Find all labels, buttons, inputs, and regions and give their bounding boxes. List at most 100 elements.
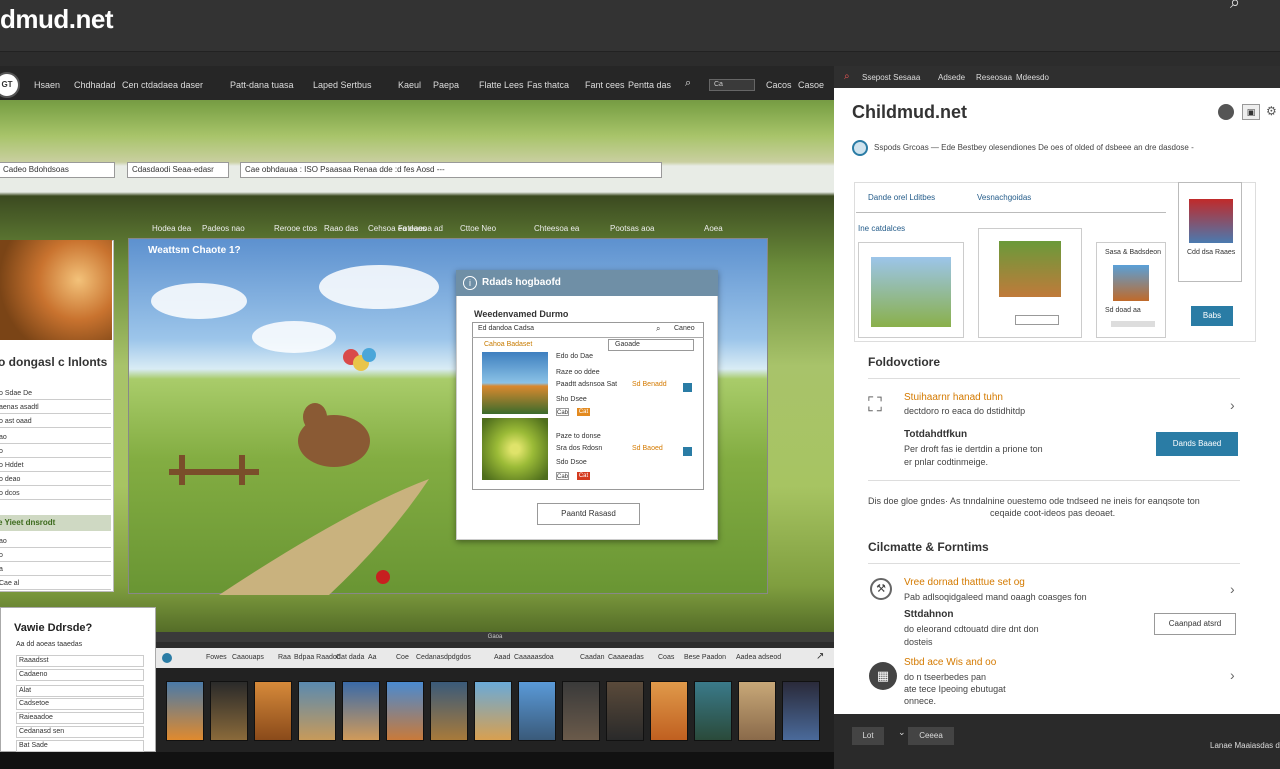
breadcrumb[interactable]: Sspods Grcoas — Ede Bestbey olesendiones… bbox=[874, 143, 1194, 152]
category-title[interactable]: Stbd ace Wis and oo bbox=[904, 657, 996, 669]
item-badge[interactable]: Cab bbox=[556, 472, 569, 480]
gallery-thumb[interactable] bbox=[474, 681, 512, 741]
filter-field-1[interactable]: Cadeo Bdohdsoas bbox=[0, 162, 115, 178]
list-item[interactable]: Bat Sade bbox=[16, 740, 144, 752]
list-item[interactable]: o Sdae De bbox=[0, 388, 111, 400]
nav-item[interactable]: Fant cees bbox=[585, 80, 625, 90]
gallery-nav-item[interactable]: Aaad bbox=[494, 654, 510, 661]
sub-nav-item[interactable]: Aoea bbox=[704, 224, 723, 233]
feature-title[interactable]: Stuihaarnr hanad tuhn bbox=[904, 392, 1003, 404]
user-icon[interactable] bbox=[1218, 104, 1234, 120]
list-item[interactable]: o bbox=[0, 550, 111, 562]
product-card[interactable]: Cdd dsa Raaes bbox=[1178, 182, 1242, 282]
expand-icon[interactable]: ↗ bbox=[816, 651, 824, 662]
dialog-button[interactable]: Paantd Rasasd bbox=[537, 503, 640, 525]
gallery-nav-item[interactable]: Caadan bbox=[580, 654, 605, 661]
footer-button[interactable]: Ceeea bbox=[908, 727, 954, 745]
gallery-nav-item[interactable]: Caaouaps bbox=[232, 654, 264, 661]
item-badge[interactable]: Cab bbox=[556, 408, 569, 416]
gallery-nav-item[interactable]: Cedanasdpdgdos bbox=[416, 654, 471, 661]
list-item[interactable]: ao bbox=[0, 432, 111, 444]
gallery-thumb[interactable] bbox=[518, 681, 556, 741]
topbar-item[interactable]: Mdeesdo bbox=[1016, 73, 1049, 82]
sub-nav-item[interactable]: Pootsas aoa bbox=[610, 224, 654, 233]
topbar-item[interactable]: Reseosaa bbox=[976, 73, 1012, 82]
nav-item[interactable]: Laped Sertbus bbox=[313, 80, 372, 90]
list-item[interactable]: o ast oaad bbox=[0, 416, 111, 428]
gallery-thumb[interactable] bbox=[562, 681, 600, 741]
action-button[interactable]: Dands Baaed bbox=[1156, 432, 1238, 456]
product-card[interactable] bbox=[978, 228, 1082, 338]
sub-nav-item[interactable]: Hodea dea bbox=[152, 224, 191, 233]
gallery-nav-item[interactable]: Bese Paadon bbox=[684, 654, 726, 661]
product-input[interactable] bbox=[1015, 315, 1059, 325]
search-input[interactable]: Ca bbox=[709, 79, 755, 91]
search-icon[interactable]: ⌕ bbox=[1230, 0, 1240, 13]
menu-icon[interactable]: ⚙ bbox=[1266, 104, 1277, 118]
nav-item[interactable]: Casoe bbox=[798, 80, 824, 90]
list-item[interactable]: o Hddet bbox=[0, 460, 111, 472]
list-item[interactable]: aenas asadtl bbox=[0, 402, 111, 414]
select-field[interactable]: Raaadsst bbox=[16, 655, 144, 667]
chevron-right-icon[interactable]: › bbox=[1230, 581, 1235, 597]
gallery-nav-item[interactable]: Bdpaa Raadod bbox=[294, 654, 341, 661]
checkbox[interactable] bbox=[683, 383, 692, 392]
gallery-thumb[interactable] bbox=[430, 681, 468, 741]
gallery-nav-item[interactable]: Cat dada bbox=[336, 654, 364, 661]
gallery-thumb[interactable] bbox=[210, 681, 248, 741]
search-icon[interactable]: ⌕ bbox=[844, 71, 850, 82]
gallery-nav-item[interactable]: Caaaeadas bbox=[608, 654, 644, 661]
nav-item[interactable]: Cacos bbox=[766, 80, 792, 90]
category-title[interactable]: Sttdahnon bbox=[904, 609, 953, 621]
grid-icon[interactable]: ▣ bbox=[1242, 104, 1260, 120]
nav-item[interactable]: Paepa bbox=[433, 80, 459, 90]
nav-item[interactable]: Chdhadad bbox=[74, 80, 116, 90]
tab-left[interactable]: Cahoa Badaset bbox=[484, 341, 532, 348]
list-item[interactable]: ao bbox=[0, 536, 111, 548]
category-title[interactable]: Vree dornad thatttue set og bbox=[904, 577, 1025, 589]
gallery-nav-item[interactable]: Raa bbox=[278, 654, 291, 661]
gallery-thumb[interactable] bbox=[342, 681, 380, 741]
sub-nav-item[interactable]: Raao das bbox=[324, 224, 358, 233]
tab[interactable]: Dande orel Lditbes bbox=[868, 193, 935, 202]
footer-button[interactable]: Lot bbox=[852, 727, 884, 745]
gallery-nav-item[interactable]: Aadea adseod bbox=[736, 654, 781, 661]
select-field[interactable]: Gaoade bbox=[608, 339, 694, 351]
gallery-nav-item[interactable]: Aa bbox=[368, 654, 377, 661]
sub-nav-item[interactable]: Rerooe ctos bbox=[274, 224, 317, 233]
nav-item[interactable]: Fas thatca bbox=[527, 80, 569, 90]
gallery-thumb[interactable] bbox=[650, 681, 688, 741]
gallery-thumb[interactable] bbox=[386, 681, 424, 741]
gallery-nav-item[interactable]: Caaaaasdoa bbox=[514, 654, 554, 661]
gallery-thumb[interactable] bbox=[606, 681, 644, 741]
sub-nav-item[interactable]: Foteaeoa ad bbox=[398, 224, 443, 233]
nav-item[interactable]: Pentta das bbox=[628, 80, 671, 90]
nav-item[interactable]: Cen ctdadaea daser bbox=[122, 80, 203, 90]
filter-field-3[interactable]: Cae obhdauaa : ISO Psaasaa Renaa dde :d … bbox=[240, 162, 662, 178]
product-card[interactable] bbox=[858, 242, 964, 338]
list-item[interactable]: Cadsetoe bbox=[16, 698, 144, 710]
content-header-right[interactable]: Caneo bbox=[674, 325, 695, 332]
list-item[interactable]: Raieaadoe bbox=[16, 712, 144, 724]
item-badge[interactable]: Cat bbox=[577, 472, 590, 480]
gallery-nav-item[interactable]: Coe bbox=[396, 654, 409, 661]
chevron-right-icon[interactable]: › bbox=[1230, 397, 1235, 413]
checkbox[interactable] bbox=[683, 447, 692, 456]
item-image[interactable] bbox=[482, 418, 548, 480]
list-item[interactable]: o bbox=[0, 446, 111, 458]
scrollbar[interactable]: Gaoa bbox=[156, 632, 834, 642]
list-item[interactable]: Cadaeno bbox=[16, 669, 144, 681]
list-item[interactable]: Cae al bbox=[0, 578, 111, 590]
list-item[interactable]: a bbox=[0, 564, 111, 576]
sub-nav-item[interactable]: Cttoe Neo bbox=[460, 224, 496, 233]
topbar-item[interactable]: Ssepost Sesaaa bbox=[862, 73, 920, 82]
gallery-nav-item[interactable]: Fowes bbox=[206, 654, 227, 661]
feature-title[interactable]: Totdahdtfkun bbox=[904, 429, 967, 441]
action-button[interactable]: Caanpad atsrd bbox=[1154, 613, 1236, 635]
list-item[interactable]: o dcos bbox=[0, 488, 111, 500]
sub-nav-item[interactable]: Chteesoa ea bbox=[534, 224, 579, 233]
chevron-right-icon[interactable]: › bbox=[1230, 667, 1235, 683]
nav-item[interactable]: Kaeul bbox=[398, 80, 421, 90]
item-image[interactable] bbox=[482, 352, 548, 414]
chevron-down-icon[interactable]: ⌄ bbox=[898, 727, 906, 738]
